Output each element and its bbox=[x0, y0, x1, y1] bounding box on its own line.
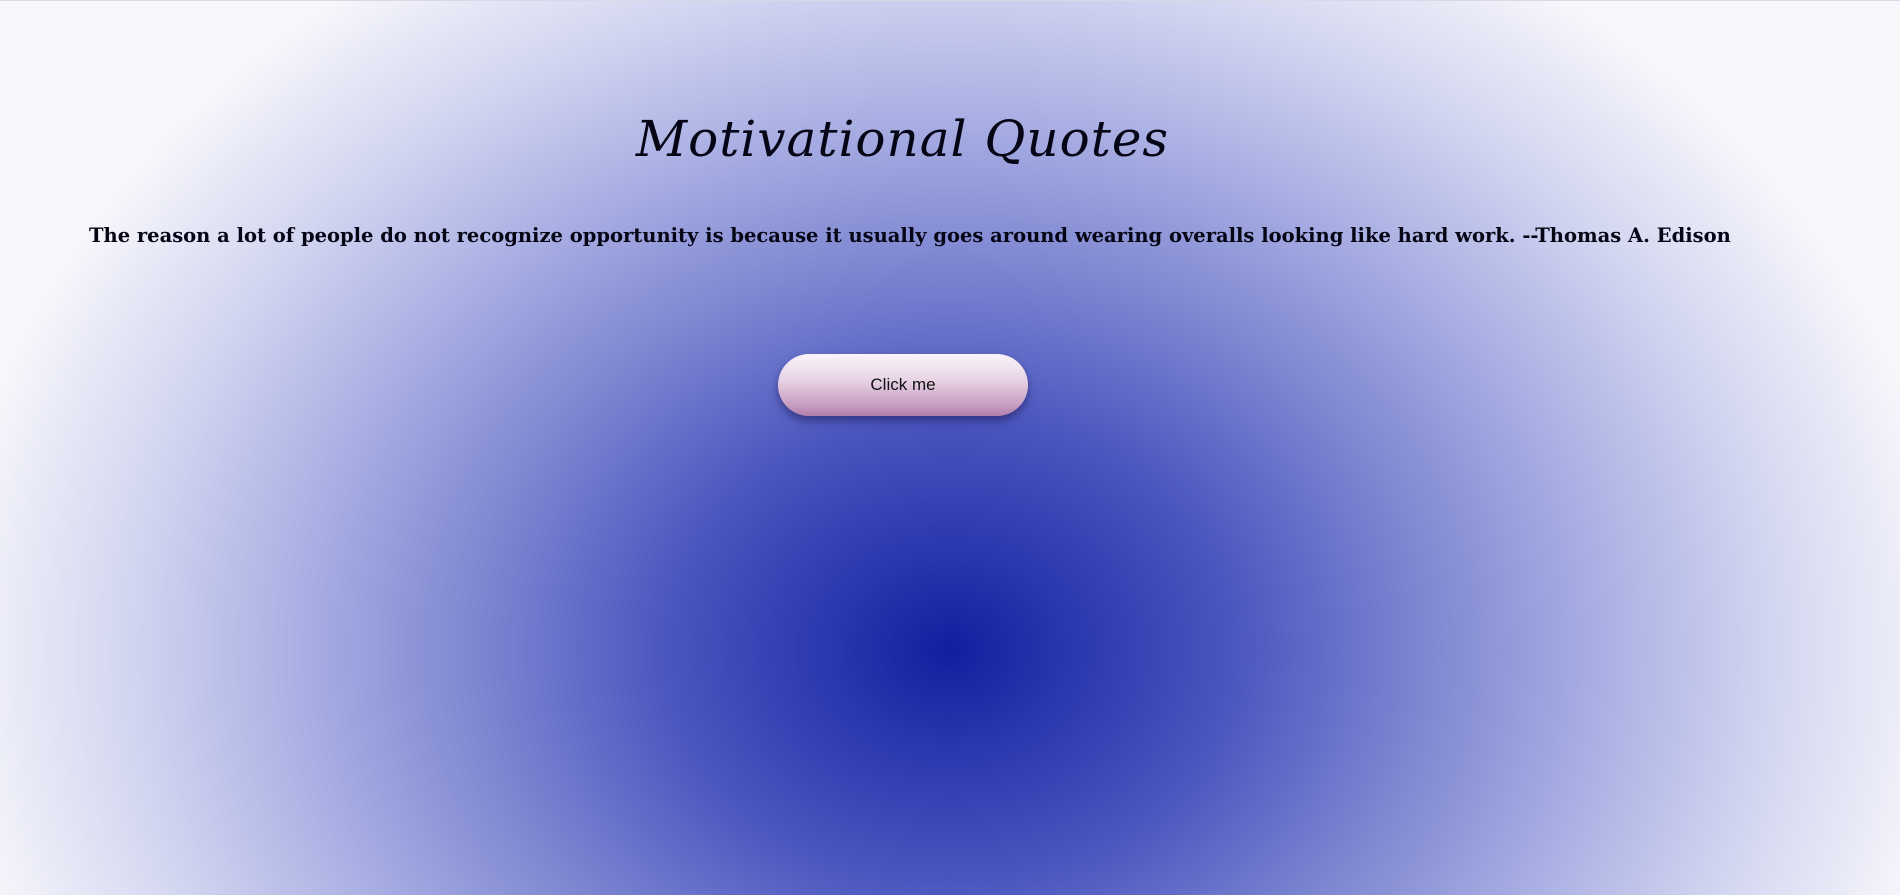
page-title: Motivational Quotes bbox=[635, 110, 1170, 168]
click-me-button[interactable]: Click me bbox=[778, 354, 1028, 416]
window-top-border bbox=[0, 0, 1900, 1]
quote-text: The reason a lot of people do not recogn… bbox=[89, 224, 1731, 247]
